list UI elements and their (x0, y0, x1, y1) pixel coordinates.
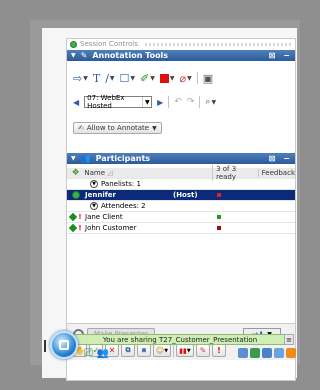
collapse-triangle-icon[interactable]: ▼ (71, 52, 76, 59)
collapse-circle-icon[interactable]: ▼ (90, 202, 98, 210)
toolbar-divider (199, 96, 201, 108)
rectangle-icon: ☐ (119, 71, 130, 85)
allow-to-annotate-label: Allow to Annotate (86, 124, 150, 132)
minimize-icon[interactable]: − (283, 154, 290, 163)
attendees-label: Attendees: 2 (101, 202, 146, 210)
host-tag: (Host) (173, 191, 198, 199)
window-grip[interactable] (44, 340, 46, 352)
sharing-menu-button[interactable]: ≡ (284, 334, 294, 345)
line-tool-button[interactable]: ∕ ▼ (105, 72, 114, 85)
chevron-down-icon: ▼ (142, 97, 151, 107)
notes-icon[interactable] (274, 348, 284, 358)
attendee-diamond-icon (69, 223, 78, 233)
sharing-taskbar: ⎚ 👥 (80, 346, 296, 360)
allow-annotate-row: ✍ Allow to Annotate ▼ (67, 121, 295, 135)
annotation-tools-title: Annotation Tools (92, 51, 169, 60)
session-controls-grip (144, 42, 291, 46)
feedback-column-header[interactable]: Feedback (257, 169, 295, 177)
attendee-row[interactable]: ! Jane Client (67, 212, 295, 223)
pencil-icon: ✎ (80, 51, 88, 60)
toolbar-divider (196, 72, 198, 84)
participant-list: ❖ Name ◿ 3 of 3 ready Feedback ▼ Panelist… (67, 165, 295, 321)
save-icon: ▣ (202, 71, 214, 85)
attendee-name: John Customer (85, 224, 137, 232)
panelists-label: Panelists: 1 (101, 180, 141, 188)
attendee-name: Jane Client (85, 213, 123, 221)
webex-panel: Session Controls ▼ ✎ Annotation Tools ⊠ −… (66, 38, 296, 381)
undock-icon[interactable]: ⊠ (269, 51, 276, 60)
share-screen-icon[interactable]: ⎚ (84, 346, 93, 360)
people-icon: 👥 (80, 154, 91, 163)
save-button[interactable]: ▣ (203, 72, 213, 85)
annotation-tools-header[interactable]: ▼ ✎ Annotation Tools ⊠ − (67, 50, 295, 61)
participants-title: Participants (95, 154, 151, 163)
participants-icon[interactable]: 👥 (97, 348, 109, 359)
panelists-group-row[interactable]: ▼ Panelists: 1 (67, 179, 295, 190)
alert-icon: ! (78, 224, 82, 232)
participants-header[interactable]: ▼ 👥 Participants ⊠ − (67, 153, 295, 164)
color-swatch-icon (159, 73, 169, 83)
name-column-header[interactable]: Name ◿ (84, 169, 169, 177)
undock-icon[interactable]: ⊠ (269, 154, 276, 163)
undo-button[interactable]: ↶ (174, 97, 182, 107)
alert-orange-icon[interactable] (286, 348, 296, 358)
eraser-tool-button[interactable]: ⌀ ▼ (180, 72, 192, 85)
host-row[interactable]: Jennifer (Host) (67, 190, 295, 201)
highlighter-icon: ✐ (140, 71, 150, 85)
chevron-down-icon: ▼ (152, 124, 157, 132)
sort-icon: ◿ (107, 169, 113, 177)
status-column-icon: ❖ (71, 168, 80, 178)
session-controls-title: Session Controls (80, 40, 138, 48)
highlighter-tool-button[interactable]: ✐ ▼ (140, 72, 155, 85)
allow-to-annotate-button[interactable]: ✍ Allow to Annotate ▼ (73, 122, 162, 134)
stop-sharing-icon (59, 340, 69, 350)
attendees-group-row[interactable]: ▼ Attendees: 2 (67, 201, 295, 212)
pointer-arrow-icon: ⇨ (73, 71, 83, 85)
toolbar-divider (168, 96, 170, 108)
collapse-circle-icon[interactable]: ▼ (90, 180, 98, 188)
host-ready-indicator (217, 193, 221, 197)
text-icon: T (92, 71, 101, 85)
text-tool-button[interactable]: T (93, 72, 100, 85)
page-toolbar: ◀ 07: WebEx Hosted ▼ ▶ ↶ ↷ ⌕ ▼ (67, 94, 295, 110)
collapse-triangle-icon[interactable]: ▼ (71, 155, 76, 162)
zoom-button[interactable]: ⌕ ▼ (205, 97, 216, 107)
line-icon: ∕ (105, 71, 109, 85)
minimize-icon[interactable]: − (283, 51, 290, 60)
annotate-hand-icon: ✍ (78, 124, 84, 132)
eraser-icon: ⌀ (179, 71, 187, 85)
session-controls-bar[interactable]: Session Controls (67, 39, 295, 49)
session-status-icon (70, 40, 77, 48)
people-panel-icon[interactable] (250, 348, 260, 358)
sharing-status-text: You are sharing T27_Customer_Presentatio… (102, 335, 258, 344)
participant-column-header: ❖ Name ◿ 3 of 3 ready Feedback (67, 165, 295, 181)
annotation-toolbar: ⇨ ▼ T ∕ ▼ ☐ ▼ ✐ ▼ ▼ ⌀ ▼ ▣ (67, 69, 295, 87)
rectangle-tool-button[interactable]: ☐ ▼ (120, 72, 136, 85)
magnifier-icon: ⌕ (205, 97, 211, 107)
page-select-value: 07: WebEx Hosted (87, 94, 125, 110)
host-name: Jennifer (85, 191, 116, 199)
pointer-tool-button[interactable]: ⇨ ▼ (73, 72, 88, 85)
redo-button[interactable]: ↷ (187, 97, 195, 107)
annotate-pen-icon[interactable] (238, 348, 248, 358)
sharing-status-bar: You are sharing T27_Customer_Presentatio… (66, 334, 294, 345)
attendee-diamond-icon (69, 212, 78, 222)
host-status-icon (72, 191, 80, 199)
color-tool-button[interactable]: ▼ (159, 73, 175, 83)
attendee-ready-indicator (217, 226, 221, 230)
page-select[interactable]: 07: WebEx Hosted ▼ (84, 94, 153, 110)
chat-icon[interactable] (262, 348, 272, 358)
webex-orb-button[interactable] (50, 331, 78, 359)
attendee-ready-indicator (217, 215, 221, 219)
previous-page-button[interactable]: ◀ (73, 98, 79, 107)
attendee-row[interactable]: ! John Customer (67, 223, 295, 234)
next-page-button[interactable]: ▶ (157, 98, 163, 107)
ready-column-header[interactable]: 3 of 3 ready (212, 165, 258, 181)
alert-icon: ! (78, 213, 82, 221)
